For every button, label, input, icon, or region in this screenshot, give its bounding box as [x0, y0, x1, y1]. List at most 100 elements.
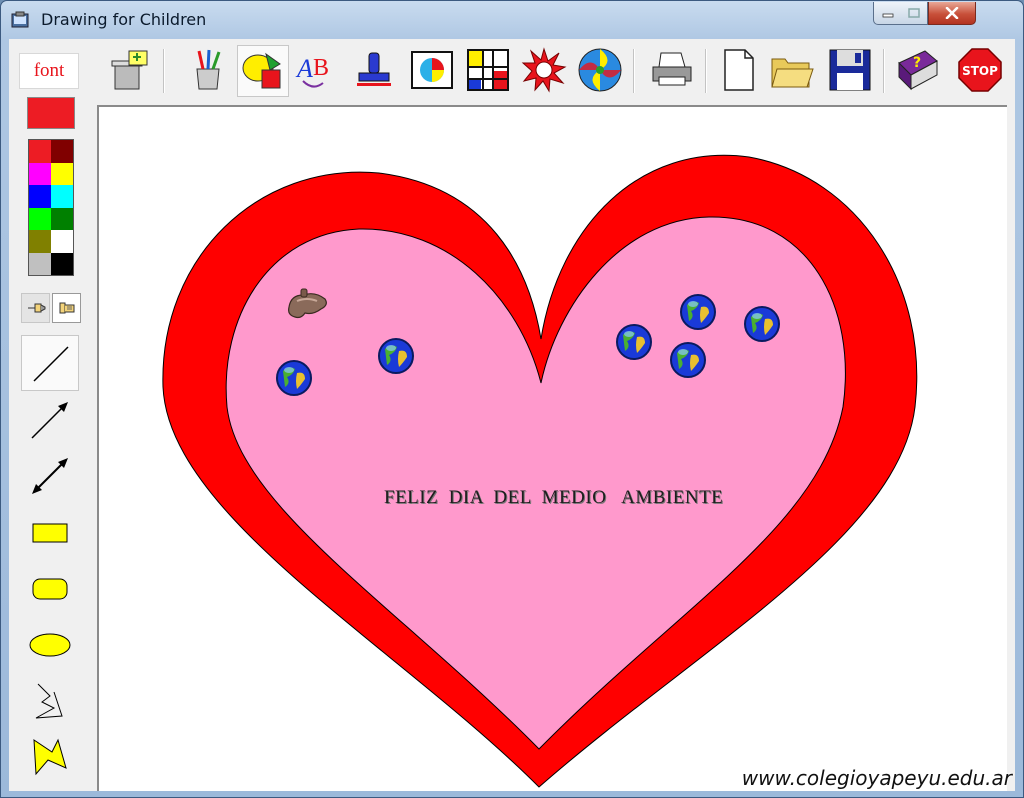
shape-tools — [21, 335, 81, 785]
double-arrow-tool[interactable] — [21, 449, 79, 503]
globe-icon — [616, 324, 652, 360]
current-color-swatch[interactable] — [27, 97, 75, 129]
polyline-tool[interactable] — [21, 673, 79, 727]
app-window: Drawing for Children font A B ? STOP FEL… — [0, 0, 1024, 798]
pen-mode-button[interactable] — [21, 293, 50, 323]
close-button[interactable] — [928, 2, 976, 25]
stamp-icon — [357, 52, 391, 86]
left-toolbar: font — [9, 39, 87, 791]
globe-sticker[interactable] — [669, 341, 707, 379]
color-swatch[interactable] — [29, 162, 51, 185]
help-button[interactable]: ? — [893, 45, 943, 95]
globe-icon — [670, 342, 706, 378]
globe-sticker[interactable] — [615, 323, 653, 361]
pencils-icon — [196, 49, 221, 90]
help-book-icon: ? — [898, 50, 938, 91]
swirl-ball-button[interactable] — [575, 45, 625, 95]
filled-polygon-tool[interactable] — [21, 729, 79, 783]
minimize-icon — [882, 13, 893, 18]
watermark: www.colegioyapeyu.edu.ar — [741, 766, 1012, 790]
clear-button[interactable] — [105, 45, 155, 95]
arrow-icon — [31, 402, 68, 439]
text-button[interactable]: A B — [291, 45, 341, 95]
drawing-canvas[interactable]: FELIZ DIA DEL MEDIO AMBIENTE — [97, 105, 1007, 791]
stop-label: STOP — [962, 64, 998, 78]
globe-sticker[interactable] — [275, 359, 313, 397]
line-tool[interactable] — [21, 335, 79, 391]
arrow-tool[interactable] — [21, 393, 79, 447]
globe-sticker[interactable] — [679, 293, 717, 331]
pen-hand-icon — [27, 303, 45, 313]
canvas-drawing — [162, 154, 918, 788]
svg-text:B: B — [313, 55, 329, 81]
greeting-text: FELIZ DIA DEL MEDIO AMBIENTE — [384, 487, 724, 508]
new-file-button[interactable] — [713, 45, 763, 95]
color-swatch[interactable] — [29, 140, 51, 163]
close-icon — [945, 7, 959, 19]
shapes-icon — [242, 52, 281, 89]
globe-sticker[interactable] — [743, 305, 781, 343]
title-bar[interactable]: Drawing for Children — [1, 1, 1023, 39]
new-file-icon — [724, 49, 754, 91]
mode-buttons — [21, 293, 81, 323]
polyline-icon — [35, 683, 63, 719]
open-folder-button[interactable] — [767, 45, 817, 95]
color-swatch[interactable] — [51, 162, 73, 185]
client-area: font A B ? STOP FELIZ DIA DEL MEDIO AMBI… — [9, 39, 1015, 791]
maximize-icon — [908, 8, 920, 18]
app-icon — [11, 11, 29, 28]
ellipse-tool[interactable] — [21, 617, 79, 671]
clear-icon — [111, 50, 148, 90]
maximize-button[interactable] — [901, 2, 928, 25]
rock-icon — [288, 288, 327, 319]
starburst-icon — [521, 47, 567, 93]
globe-icon — [378, 338, 414, 374]
save-button[interactable] — [825, 45, 875, 95]
font-button[interactable]: font — [19, 53, 79, 89]
color-swatch[interactable] — [29, 185, 51, 208]
rectangle-icon — [32, 523, 68, 543]
rock-sticker[interactable] — [285, 285, 331, 323]
text-icon: A B — [295, 54, 329, 88]
save-disk-icon — [829, 49, 871, 91]
color-swatch[interactable] — [29, 230, 51, 253]
svg-text:A: A — [295, 54, 313, 83]
fill-hand-icon — [59, 302, 74, 314]
double-arrow-icon — [32, 458, 68, 494]
color-swatch[interactable] — [51, 230, 73, 253]
pencils-button[interactable] — [183, 45, 233, 95]
shapes-button[interactable] — [237, 45, 289, 97]
globe-icon — [744, 306, 780, 342]
rounded-rectangle-icon — [32, 578, 68, 600]
globe-icon — [680, 294, 716, 330]
grid-button[interactable] — [463, 45, 513, 95]
swirl-ball-icon — [578, 48, 622, 92]
filled-polygon-icon — [33, 738, 67, 776]
color-swatch[interactable] — [51, 207, 73, 230]
stamp-button[interactable] — [349, 45, 399, 95]
top-toolbar: A B ? STOP — [93, 39, 1015, 101]
globe-sticker[interactable] — [377, 337, 415, 375]
rectangle-tool[interactable] — [21, 505, 79, 559]
ellipse-icon — [29, 633, 71, 657]
picture-frame-button[interactable] — [407, 45, 457, 95]
color-swatch[interactable] — [51, 185, 73, 208]
color-swatch[interactable] — [51, 252, 73, 275]
color-swatch[interactable] — [51, 140, 73, 163]
color-palette — [28, 139, 74, 276]
color-swatch[interactable] — [29, 252, 51, 275]
stop-button[interactable]: STOP — [955, 45, 1005, 95]
grid-icon — [467, 49, 509, 91]
print-button[interactable] — [647, 45, 697, 95]
window-title: Drawing for Children — [41, 10, 207, 29]
fill-mode-button[interactable] — [52, 293, 81, 323]
open-folder-icon — [771, 58, 814, 88]
color-swatch[interactable] — [29, 207, 51, 230]
svg-text:?: ? — [913, 55, 921, 71]
minimize-button[interactable] — [873, 2, 902, 25]
line-icon — [33, 346, 69, 382]
stop-icon: STOP — [958, 48, 1002, 92]
starburst-button[interactable] — [519, 45, 569, 95]
rounded-rectangle-tool[interactable] — [21, 561, 79, 615]
print-icon — [652, 52, 692, 86]
